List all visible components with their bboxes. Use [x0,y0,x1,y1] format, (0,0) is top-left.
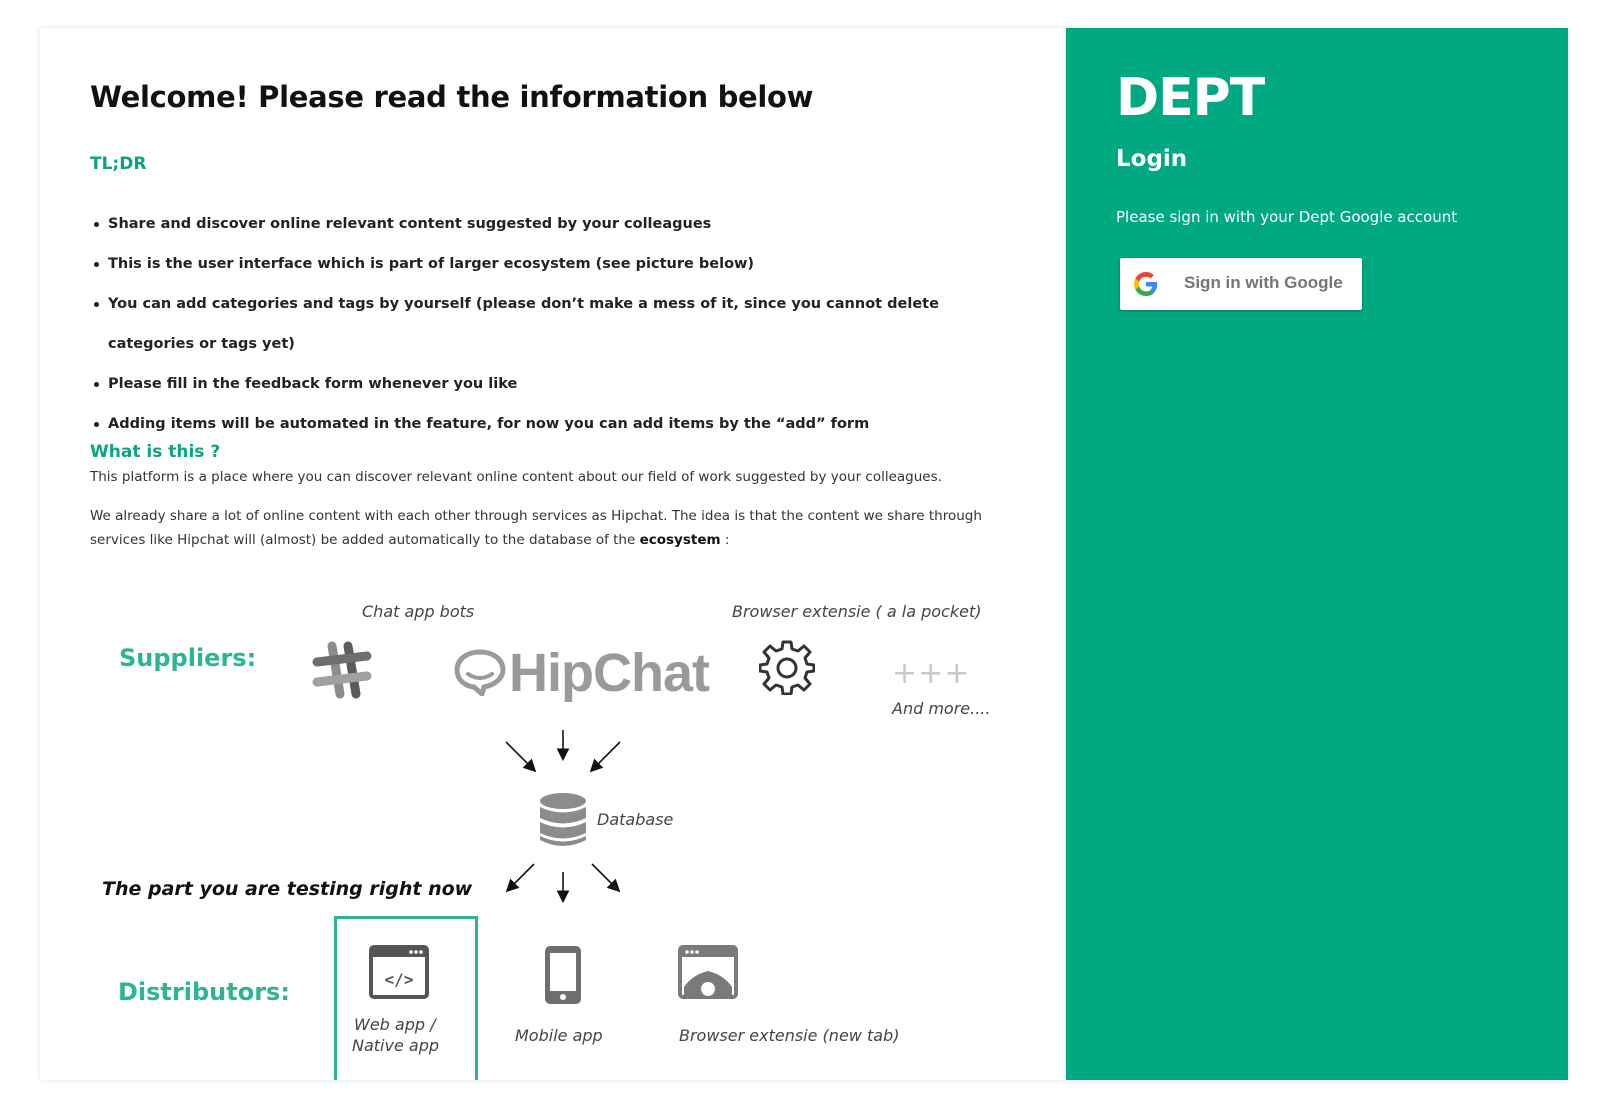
list-item: Adding items will be automated in the fe… [90,404,1020,444]
ecosystem-paragraph: We already share a lot of online content… [90,504,1020,552]
ecosystem-bold: ecosystem [639,532,721,548]
dept-logo: DEPT [1116,68,1265,128]
arrows-to-distributors [505,863,621,904]
tldr-title: TL;DR [90,154,147,174]
mobile-app-label: Mobile app [515,1026,603,1045]
info-panel: Welcome! Please read the information bel… [40,28,1066,1080]
browser-window-icon [678,945,738,999]
login-title: Login [1116,146,1188,172]
chat-app-bots-label: Chat app bots [362,602,475,621]
what-is-this-title: What is this ? [90,442,221,462]
google-button-label: Sign in with Google [1184,273,1343,292]
ecosystem-paragraph-text: We already share a lot of online content… [90,508,982,548]
database-label: Database [597,810,674,829]
page-card: Welcome! Please read the information bel… [40,28,1568,1080]
sign-in-with-google-button[interactable]: Sign in with Google [1120,258,1362,310]
gear-icon [759,640,815,695]
svg-text:</>: </> [385,970,414,989]
list-item: Share and discover online relevant conte… [90,204,1020,244]
hipchat-wordmark: HipChat [509,643,710,703]
intro-paragraph: This platform is a place where you can d… [90,469,942,485]
web-app-icon: </> [369,945,429,999]
tldr-list: Share and discover online relevant conte… [90,204,1020,444]
native-app-label: Native app [352,1036,440,1055]
hipchat-logo-icon [454,649,506,696]
distributors-heading: Distributors: [118,978,290,1006]
page-title: Welcome! Please read the information bel… [90,80,814,114]
slack-icon [312,641,372,699]
login-subtitle: Please sign in with your Dept Google acc… [1116,208,1458,226]
and-more-label: And more.... [892,699,991,718]
list-item: You can add categories and tags by yours… [90,284,1020,364]
login-panel: DEPT Login Please sign in with your Dept… [1066,28,1568,1080]
web-app-label: Web app / [354,1015,436,1034]
suppliers-heading: Suppliers: [119,644,257,672]
ecosystem-paragraph-end: : [720,532,730,548]
testing-now-label: The part you are testing right now [102,878,473,900]
list-item: This is the user interface which is part… [90,244,1020,284]
list-item: Please fill in the feedback form wheneve… [90,364,1020,404]
google-g-icon [1134,272,1158,296]
browser-extensie-pocket-label: Browser extensie ( a la pocket) [732,602,982,621]
arrows-to-database [505,730,621,773]
mobile-phone-icon [545,946,581,1004]
browser-extensie-tab-label: Browser extensie (new tab) [679,1026,900,1045]
database-icon [540,793,586,846]
plus-more-icon: +++ [892,656,971,691]
